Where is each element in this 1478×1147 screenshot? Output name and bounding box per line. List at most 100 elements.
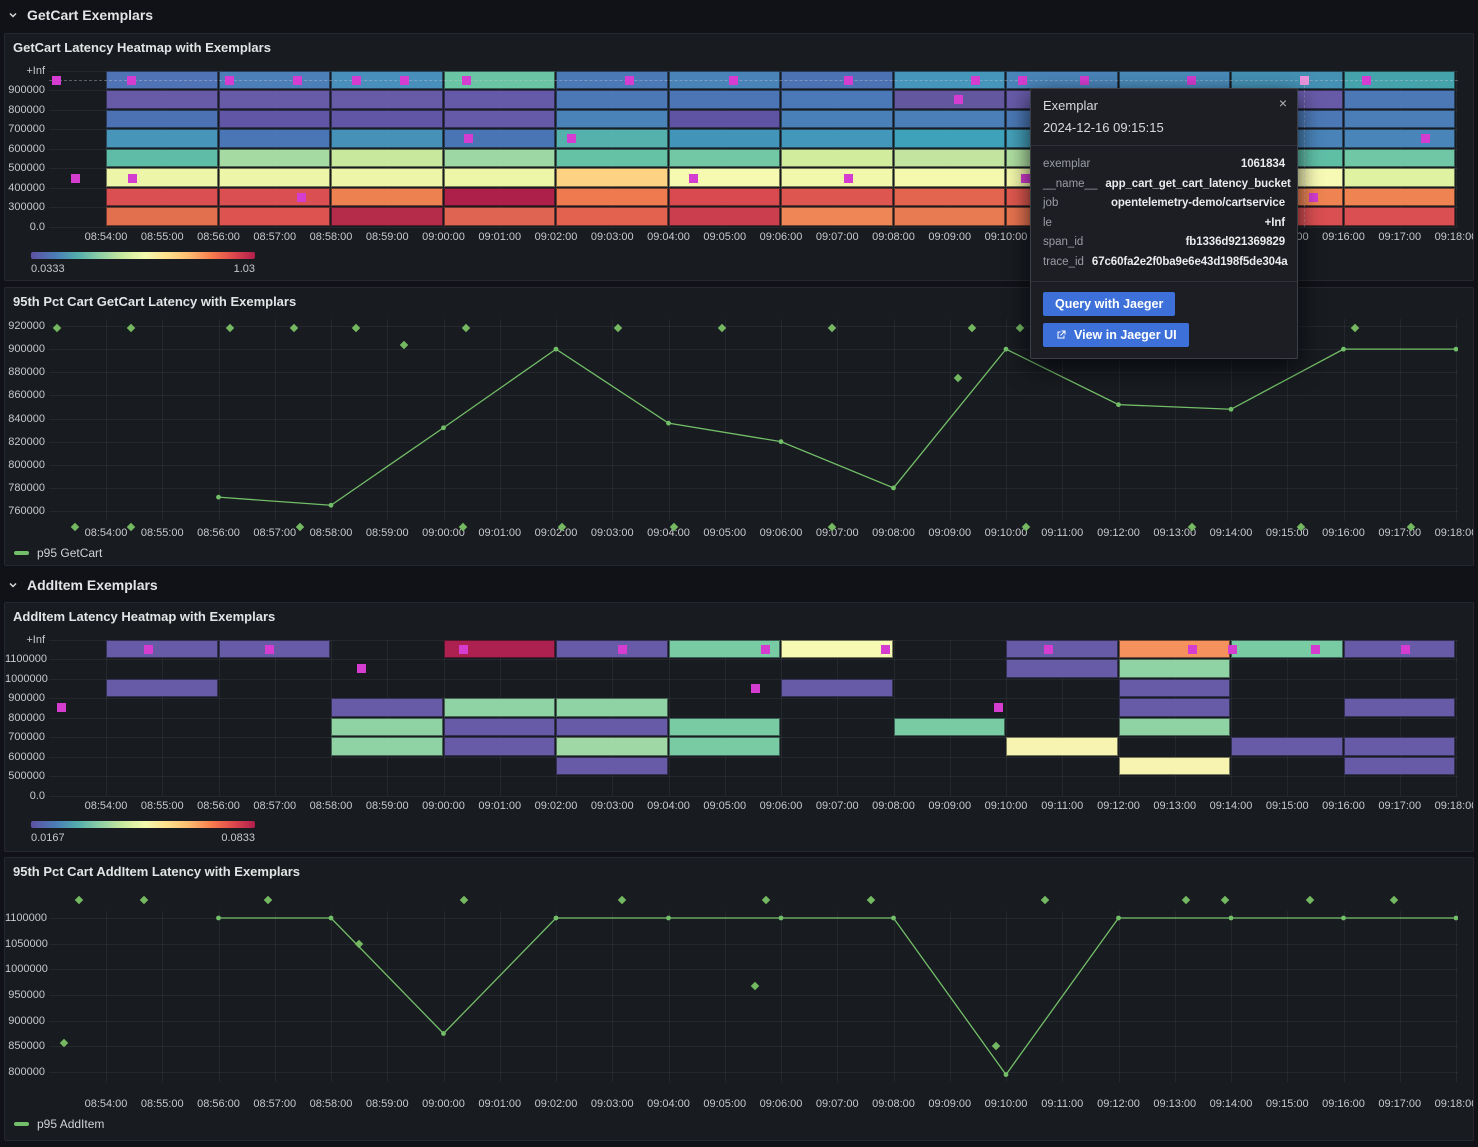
exemplar-marker[interactable] (265, 645, 274, 654)
axis-tick-label-y: 900000 (5, 692, 45, 704)
exemplar-marker[interactable] (1188, 645, 1197, 654)
exemplar-marker[interactable] (844, 76, 853, 85)
view-in-jaeger-ui-button[interactable]: View in Jaeger UI (1043, 323, 1189, 347)
exemplar-marker[interactable] (1044, 645, 1053, 654)
axis-tick-label-y: 1100000 (5, 912, 45, 924)
heatmap-cell (331, 129, 443, 148)
exemplar-marker[interactable] (357, 664, 366, 673)
color-scale-max-label: 1.03 (31, 263, 255, 275)
exemplar-marker[interactable] (994, 703, 1003, 712)
heatmap-cell (331, 207, 443, 226)
axis-tick-label-x: 09:07:00 (809, 800, 865, 812)
axis-tick-label-x: 09:04:00 (641, 231, 697, 243)
tooltip-row-label: span_id (1043, 233, 1083, 253)
exemplar-marker[interactable] (618, 645, 627, 654)
exemplar-marker[interactable] (689, 174, 698, 183)
exemplar-marker[interactable] (881, 645, 890, 654)
exemplar-marker[interactable] (128, 174, 137, 183)
heatmap-cell (1344, 640, 1456, 659)
data-point (1454, 916, 1458, 921)
exemplar-marker[interactable] (225, 76, 234, 85)
axis-tick-label-x: 09:02:00 (528, 800, 584, 812)
exemplar-marker[interactable] (1309, 193, 1318, 202)
heatmap-cell (444, 129, 556, 148)
data-point (666, 916, 671, 921)
exemplar-marker[interactable] (400, 76, 409, 85)
exemplar-tooltip: Exemplar × 2024-12-16 09:15:15 exemplar1… (1030, 88, 1298, 359)
chevron-down-icon[interactable] (8, 10, 18, 20)
chevron-down-icon[interactable] (8, 580, 18, 590)
line-series-plot (49, 888, 1458, 1113)
exemplar-marker[interactable] (127, 76, 136, 85)
exemplar-marker[interactable] (464, 134, 473, 143)
close-icon[interactable]: × (1279, 96, 1287, 110)
exemplar-marker[interactable] (1228, 645, 1237, 654)
heatmap-cell (1231, 640, 1343, 659)
heatmap-cell (106, 207, 218, 226)
heatmap-cell (331, 737, 443, 756)
heatmap-cell (1006, 640, 1118, 659)
exemplar-marker[interactable] (462, 76, 471, 85)
exemplar-marker[interactable] (761, 645, 770, 654)
exemplar-marker[interactable] (144, 645, 153, 654)
exemplar-marker[interactable] (52, 76, 61, 85)
tooltip-row-value: 1061834 (1241, 155, 1285, 175)
exemplar-marker[interactable] (1080, 76, 1089, 85)
exemplar-marker[interactable] (729, 76, 738, 85)
query-with-jaeger-button[interactable]: Query with Jaeger (1043, 292, 1175, 316)
exemplar-marker[interactable] (459, 645, 468, 654)
heatmap-cell (781, 110, 893, 129)
axis-tick-label-y: 820000 (5, 436, 45, 448)
heatmap-cell (106, 168, 218, 187)
data-point (779, 439, 784, 444)
exemplar-marker[interactable] (297, 193, 306, 202)
exemplar-marker[interactable] (1018, 76, 1027, 85)
tooltip-row: __name__app_cart_get_cart_latency_bucket (1043, 175, 1285, 195)
data-point (441, 425, 446, 430)
heatmap-cell (444, 90, 556, 109)
exemplar-marker[interactable] (971, 76, 980, 85)
data-point (216, 916, 221, 921)
panel-title[interactable]: 95th Pct Cart GetCart Latency with Exemp… (13, 294, 296, 309)
exemplar-marker[interactable] (1421, 134, 1430, 143)
heatmap-cell (1344, 207, 1456, 226)
axis-tick-label-x: 09:01:00 (472, 800, 528, 812)
panel-title[interactable]: GetCart Latency Heatmap with Exemplars (13, 40, 271, 55)
axis-tick-label-x: 09:16:00 (1316, 800, 1372, 812)
exemplar-marker[interactable] (751, 684, 760, 693)
exemplar-marker[interactable] (1401, 645, 1410, 654)
tooltip-row-label: trace_id (1043, 253, 1084, 273)
legend-item-p95-additem[interactable]: p95 AddItem (14, 1117, 104, 1131)
section-header-getcart[interactable]: GetCart Exemplars (8, 0, 153, 30)
exemplar-marker[interactable] (954, 95, 963, 104)
exemplar-marker-selected[interactable] (1300, 76, 1309, 85)
exemplar-marker[interactable] (625, 76, 634, 85)
axis-tick-label-x: 08:56:00 (191, 231, 247, 243)
exemplar-marker[interactable] (567, 134, 576, 143)
tooltip-title: Exemplar (1031, 89, 1297, 113)
exemplar-marker[interactable] (293, 76, 302, 85)
exemplar-marker[interactable] (1187, 76, 1196, 85)
axis-tick-label-x: 08:54:00 (78, 231, 134, 243)
axis-tick-label-y: 1050000 (5, 938, 45, 950)
exemplar-marker[interactable] (844, 174, 853, 183)
heatmap-cell (669, 168, 781, 187)
axis-tick-label-y: 840000 (5, 413, 45, 425)
exemplar-marker[interactable] (71, 174, 80, 183)
tooltip-fields: exemplar1061834__name__app_cart_get_cart… (1031, 145, 1297, 281)
heatmap-cell (781, 90, 893, 109)
legend-label: p95 AddItem (37, 1117, 104, 1131)
axis-tick-label-x: 09:12:00 (1091, 800, 1147, 812)
section-header-additem[interactable]: AddItem Exemplars (8, 570, 158, 600)
heatmap-cell (781, 129, 893, 148)
exemplar-marker[interactable] (57, 703, 66, 712)
exemplar-marker[interactable] (1362, 76, 1371, 85)
exemplar-marker[interactable] (352, 76, 361, 85)
exemplar-marker[interactable] (1021, 174, 1030, 183)
heatmap-cell (106, 640, 218, 659)
panel-title[interactable]: 95th Pct Cart AddItem Latency with Exemp… (13, 864, 300, 879)
panel-title[interactable]: AddItem Latency Heatmap with Exemplars (13, 609, 275, 624)
legend-item-p95-getcart[interactable]: p95 GetCart (14, 546, 102, 560)
axis-tick-label-x: 09:09:00 (922, 231, 978, 243)
exemplar-marker[interactable] (1311, 645, 1320, 654)
